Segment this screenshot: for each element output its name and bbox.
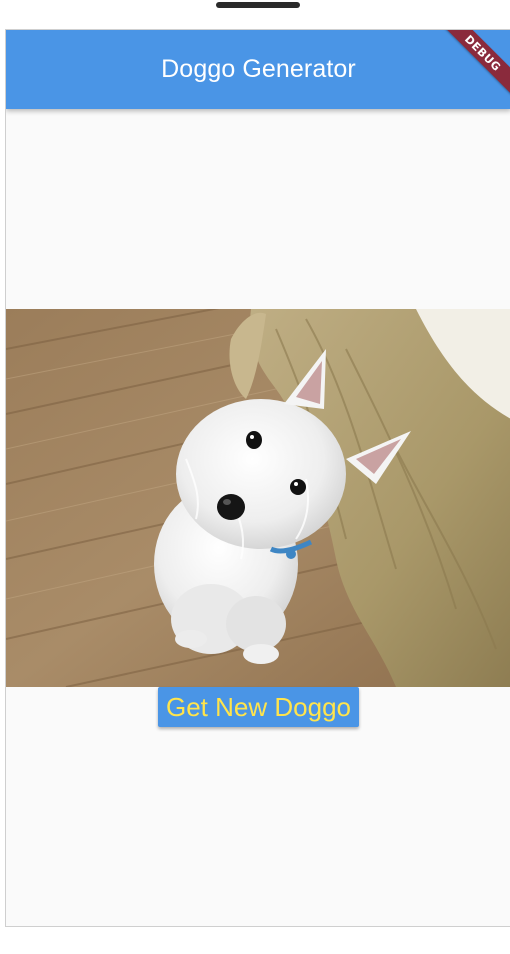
device-frame: Doggo Generator DEBUG Get New Doggo: [0, 0, 510, 954]
home-indicator[interactable]: [216, 2, 300, 8]
app-screen: Doggo Generator DEBUG Get New Doggo: [5, 29, 510, 927]
app-title: Doggo Generator: [161, 55, 356, 83]
dog-photo: [6, 309, 510, 687]
get-new-doggo-button[interactable]: Get New Doggo: [158, 687, 359, 727]
get-new-doggo-label: Get New Doggo: [166, 691, 351, 722]
app-bar: Doggo Generator: [6, 30, 510, 109]
